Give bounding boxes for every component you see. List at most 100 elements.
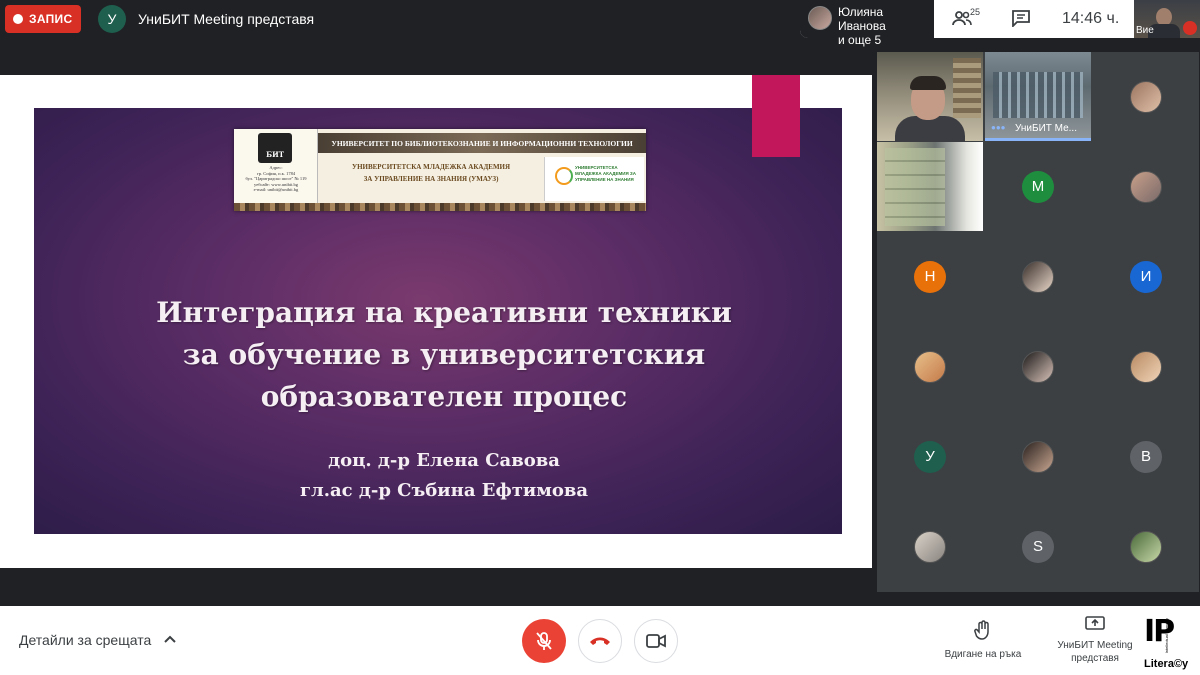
- participant-avatar: [808, 6, 832, 30]
- presenting-icon: ●●●: [991, 123, 1006, 132]
- participant-avatar: [1130, 170, 1162, 203]
- presentation-stage: БИТ Адрес: гр. София, п.к. 1784 бул. "Цари…: [0, 75, 872, 568]
- participant-tile[interactable]: И: [1093, 232, 1199, 321]
- participant-tile[interactable]: [1093, 502, 1199, 591]
- participant-avatar: S: [1022, 530, 1054, 563]
- participant-avatar: Н: [914, 260, 946, 293]
- participant-avatar: [1130, 350, 1162, 383]
- academy-logo-icon: [555, 167, 573, 185]
- participant-name-block: Юлияна Иванова и още 5: [838, 5, 934, 47]
- tile-label: УниБИТ Ме...: [1015, 123, 1077, 134]
- window: [885, 148, 945, 226]
- raise-hand-label: Вдигане на ръка: [944, 649, 1022, 660]
- participant-video-tile[interactable]: [877, 142, 983, 231]
- participant-avatar: [1022, 260, 1054, 293]
- bottom-bar: Детайли за срещата Вдигане на ръка УниБИ…: [0, 606, 1200, 675]
- self-view[interactable]: Вие: [1134, 0, 1200, 38]
- raise-hand-button[interactable]: Вдигане на ръка: [935, 620, 1031, 660]
- participant-tile[interactable]: [1093, 52, 1199, 141]
- slide-title-line: образователен процес: [260, 380, 628, 413]
- phone-hangup-icon: [590, 637, 610, 645]
- avatar-initial: В: [1140, 448, 1151, 465]
- participant-avatar: [1130, 530, 1162, 563]
- meeting-details-button[interactable]: Детайли за срещата: [19, 632, 151, 648]
- people-icon[interactable]: [952, 10, 972, 31]
- participant-more: и още 5: [838, 33, 882, 47]
- participant-tile[interactable]: M: [985, 142, 1091, 231]
- avatar-initial: S: [1032, 538, 1043, 555]
- chat-icon[interactable]: [1012, 10, 1030, 32]
- participant-avatar: У: [914, 440, 946, 473]
- participant-avatar: [1022, 440, 1054, 473]
- record-dot-icon: [13, 14, 23, 24]
- mic-toggle-button[interactable]: [522, 619, 566, 663]
- presenting-label: УниБИТ Meeting представя: [1050, 639, 1140, 665]
- logo-strip: [234, 203, 646, 211]
- participant-name: Юлияна Иванова: [838, 5, 886, 33]
- participant-avatar: [914, 350, 946, 383]
- slide-title-line: Интеграция на креативни техники: [156, 296, 732, 329]
- logo-right: УНИВЕРСИТЕТСКА МЛАДЕЖКА АКАДЕМИЯ ЗА УПРА…: [544, 157, 644, 201]
- participant-avatar: В: [1130, 440, 1162, 473]
- watermark-text: Litera©y: [1144, 658, 1189, 670]
- avatar-initial: Н: [924, 268, 936, 285]
- classroom: [993, 72, 1083, 118]
- bookshelf: [953, 58, 981, 118]
- logo-left: БИТ Адрес: гр. София, п.к. 1784 бул. "Цари…: [234, 129, 318, 211]
- logo-sub: УНИВЕРСИТЕТСКА МЛАДЕЖКА АКАДЕМИЯ ЗА УПРА…: [318, 161, 544, 185]
- participant-tile[interactable]: [877, 502, 983, 591]
- logo-sub-1: УНИВЕРСИТЕТСКА МЛАДЕЖКА АКАДЕМИЯ: [351, 163, 511, 171]
- logo-banner: БИТ Адрес: гр. София, п.к. 1784 бул. "Цари…: [234, 129, 646, 211]
- participant-grid: ●●● УниБИТ Ме... M Н И У В S: [877, 52, 1199, 592]
- participant-avatar: И: [1130, 260, 1162, 293]
- slide-author-1: доц. д-р Елена Савова: [328, 450, 560, 471]
- meeting-clock: 14:46 ч.: [1062, 10, 1120, 27]
- camera-toggle-button[interactable]: [634, 619, 678, 663]
- presenter-initial: У: [107, 11, 117, 27]
- participant-tile[interactable]: [877, 322, 983, 411]
- unibit-logo: БИТ: [258, 133, 292, 163]
- present-screen-icon: [1085, 616, 1105, 630]
- top-bar: ЗАПИС У УниБИТ Meeting представя Юлияна …: [0, 0, 1200, 47]
- presenting-button[interactable]: УниБИТ Meeting представя: [1050, 616, 1140, 665]
- self-label: Вие: [1136, 25, 1154, 36]
- recording-label: ЗАПИС: [29, 12, 73, 26]
- status-area: Юлияна Иванова и още 5 25 14:46 ч. Вие: [800, 0, 1200, 47]
- logo-right-text: УНИВЕРСИТЕТСКА МЛАДЕЖКА АКАДЕМИЯ ЗА УПРА…: [575, 165, 637, 182]
- hand-icon: [974, 620, 989, 640]
- slide: БИТ Адрес: гр. София, п.к. 1784 бул. "Цари…: [34, 108, 842, 534]
- logo-sub-2: ЗА УПРАВЛЕНИЕ НА ЗНАНИЯ (УМАУЗ): [363, 175, 499, 183]
- logo-header: УНИВЕРСИТЕТ ПО БИБЛИОТЕКОЗНАНИЕ И ИНФОРМ…: [318, 133, 646, 153]
- presenter-avatar: У: [98, 5, 126, 33]
- active-speaker[interactable]: Юлияна Иванова и още 5: [800, 0, 934, 47]
- people-count: 25: [970, 7, 981, 17]
- avatar-initial: У: [925, 448, 935, 465]
- watermark-logo: IP Intellectual Property Litera©y: [1144, 614, 1196, 672]
- participant-tile[interactable]: [985, 412, 1091, 501]
- participant-tile[interactable]: Н: [877, 232, 983, 321]
- presenting-label-2: представя: [1071, 653, 1119, 664]
- recording-badge[interactable]: ЗАПИС: [5, 5, 81, 33]
- participant-tile[interactable]: В: [1093, 412, 1199, 501]
- participant-tile[interactable]: [985, 232, 1091, 321]
- participant-tile[interactable]: [1093, 142, 1199, 231]
- presenter-label: УниБИТ Meeting представя: [138, 11, 315, 27]
- participant-tile[interactable]: У: [877, 412, 983, 501]
- unibit-logo-mark: БИТ: [266, 150, 284, 159]
- participant-tile[interactable]: [1093, 322, 1199, 411]
- participant-tile[interactable]: [985, 322, 1091, 411]
- pink-accent: [752, 75, 800, 157]
- participant-tile[interactable]: S: [985, 502, 1091, 591]
- participant-avatar: [1022, 350, 1054, 383]
- logo-address: Адрес: гр. София, п.к. 1784 бул. "Цариград…: [245, 165, 307, 192]
- participant-avatar: M: [1022, 170, 1054, 203]
- avatar-initial: И: [1140, 268, 1152, 285]
- hang-up-button[interactable]: [578, 619, 622, 663]
- participant-video-tile[interactable]: [877, 52, 983, 146]
- slide-author-2: гл.ас д-р Събина Ефтимова: [299, 480, 589, 501]
- participant-video-tile[interactable]: ●●● УниБИТ Ме...: [985, 52, 1091, 141]
- slide-title-line: за обучение в университетския: [182, 338, 706, 371]
- camera-icon: [646, 634, 666, 648]
- presenting-label-1: УниБИТ Meeting: [1057, 640, 1133, 651]
- chevron-up-icon[interactable]: [164, 630, 176, 646]
